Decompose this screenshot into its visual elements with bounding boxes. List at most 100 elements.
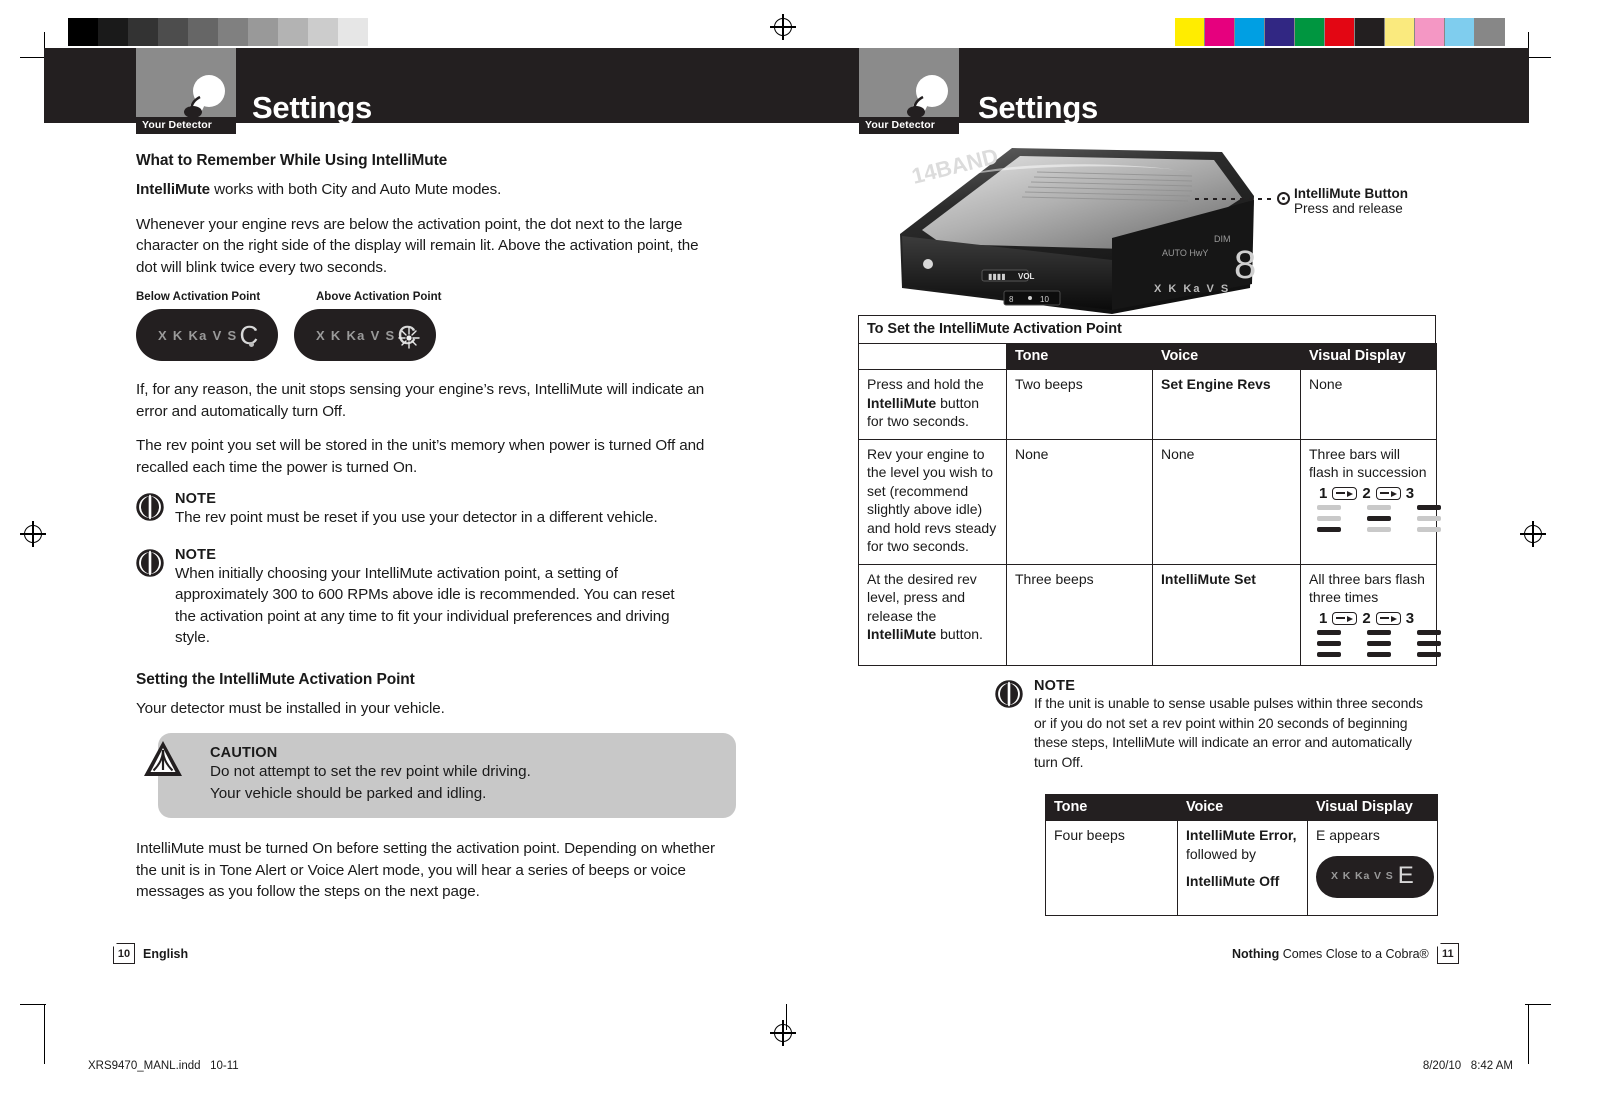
registration-mark-bottom [770,1020,796,1046]
svg-text:8: 8 [1234,243,1256,287]
bar-label-3: 3 [1405,609,1415,627]
print-time: 8:42 AM [1470,1060,1513,1072]
svg-text:8: 8 [1009,295,1014,304]
print-file-name: XRS9470_MANL.indd [88,1060,201,1072]
bar-segment [1417,516,1441,521]
intro-rest: works with both City and Auto Mute modes… [210,181,502,198]
table-header-row: Tone Voice Visual Display [858,343,1437,370]
svg-text:X K Ka V S: X K Ka V S [1154,283,1230,295]
color-swatch [1415,18,1445,46]
color-swatch [1175,18,1205,46]
bar-segment [1367,630,1391,635]
lcd-band-letters: X K Ka V S [1331,870,1394,883]
caution-line-1: Do not attempt to set the rev point whil… [210,763,531,780]
svg-text:AUTO HwY: AUTO HwY [1162,248,1208,258]
error-table: Tone Voice Visual Display Four beeps Int… [1045,794,1438,916]
col-header-voice: Voice [1152,343,1301,370]
voice-plain: followed by [1186,845,1257,862]
note-icon [136,493,164,521]
color-swatch [1355,18,1385,46]
bar-label-2: 2 [1362,609,1371,627]
warning-triangle-icon [144,741,182,776]
cobra-snake-icon [907,75,948,118]
crop-mark [44,1004,45,1064]
cell-step: Press and hold the IntelliMute button fo… [858,369,1007,440]
cell-voice: Set Engine Revs [1152,369,1301,440]
table-row: Press and hold the IntelliMute button fo… [858,369,1437,440]
button-press-icon [1332,612,1358,626]
intro-paragraph: IntelliMute works with both City and Aut… [136,179,716,201]
page-title-left: Settings [252,90,372,125]
bar-segment [1367,505,1391,510]
footer-right: Nothing Comes Close to a Cobra® 11 [1232,942,1459,964]
note-body: When initially choosing your IntelliMute… [175,564,675,647]
note-icon [995,680,1023,708]
bar-label-1: 1 [1319,609,1328,627]
bar-segment [1367,527,1391,532]
bar-column [1417,505,1441,532]
lcd-error-display: X K Ka V S E [1316,855,1434,898]
visual-text: E appears [1316,827,1380,843]
registration-mark-right [1520,521,1546,547]
note-block-1: NOTE The rev point must be reset if you … [136,491,716,529]
gray-swatch [218,18,248,46]
lcd-dot-blinking-icon [398,327,420,349]
color-calibration-bar [1175,18,1505,46]
footer-language-label: English [143,946,189,961]
cell-tone: None [1006,438,1153,565]
section-heading-remember: What to Remember While Using IntelliMute [136,152,448,169]
col-header-tone: Tone [1006,343,1153,370]
svg-text:DIM: DIM [1214,234,1231,244]
bar-segment [1417,652,1441,657]
header-tab-label-right: Your Detector [859,117,959,134]
intellimute-bold: IntelliMute [136,181,210,198]
color-swatch [1475,18,1505,46]
col-header-visual: Visual Display [1300,343,1437,370]
bar-column [1367,630,1391,657]
step-text: Press and hold the [867,376,984,392]
bar-label-3: 3 [1405,484,1415,502]
color-swatch [1325,18,1355,46]
bar-segment [1417,630,1441,635]
error-table-row: Four beeps IntelliMute Error, followed b… [1045,820,1438,916]
header-tab-label-left: Your Detector [136,117,236,134]
button-press-icon [1375,487,1401,501]
header-tab-right [859,48,959,123]
gray-swatch [158,18,188,46]
note-body: If the unit is unable to sense usable pu… [1034,695,1423,770]
visual-text: Three bars will flash in succession [1309,445,1427,481]
bar-segment [1317,516,1341,521]
note-title: NOTE [175,546,217,563]
note-block-2: NOTE When initially choosing your Intell… [136,547,716,649]
left-page-content: What to Remember While Using IntelliMute… [136,152,736,916]
label-above-activation: Above Activation Point [316,291,442,303]
cell-visual: Three bars will flash in succession 1 2 … [1300,438,1441,565]
bar-segment [1417,641,1441,646]
lcd-below-activation: X K Ka V S C [136,309,278,361]
activation-point-table: Tone Voice Visual Display Press and hold… [858,343,1441,666]
bar-segment [1417,527,1441,532]
bar-step-labels: 1 2 3 [1319,485,1428,504]
svg-text:VOL: VOL [1018,272,1035,281]
color-swatch [1295,18,1325,46]
activation-point-labels: Below Activation Point Above Activation … [136,291,716,303]
paragraph-turned-on: IntelliMute must be turned On before set… [136,840,715,900]
bar-segment [1317,527,1341,532]
gray-swatch [368,18,398,46]
cell-visual: All three bars flash three times 1 2 3 [1300,563,1441,666]
bar-segment [1317,630,1341,635]
cell-tone: Four beeps [1045,820,1178,916]
bar-column [1367,505,1391,532]
color-swatch [1265,18,1295,46]
registration-mark-top [770,14,796,40]
callout-subtitle: Press and release [1294,201,1403,216]
error-table-header-row: Tone Voice Visual Display [1045,794,1438,821]
cell-tone: Two beeps [1006,369,1153,440]
color-swatch [1205,18,1235,46]
table-title: To Set the IntelliMute Activation Point [858,315,1436,343]
gray-swatch [338,18,368,46]
note-title: NOTE [1034,678,1076,694]
lcd-big-char: E [1397,862,1414,890]
voice-bold-1: IntelliMute Error, [1186,827,1297,843]
paragraph-error-turnoff: If, for any reason, the unit stops sensi… [136,381,705,420]
